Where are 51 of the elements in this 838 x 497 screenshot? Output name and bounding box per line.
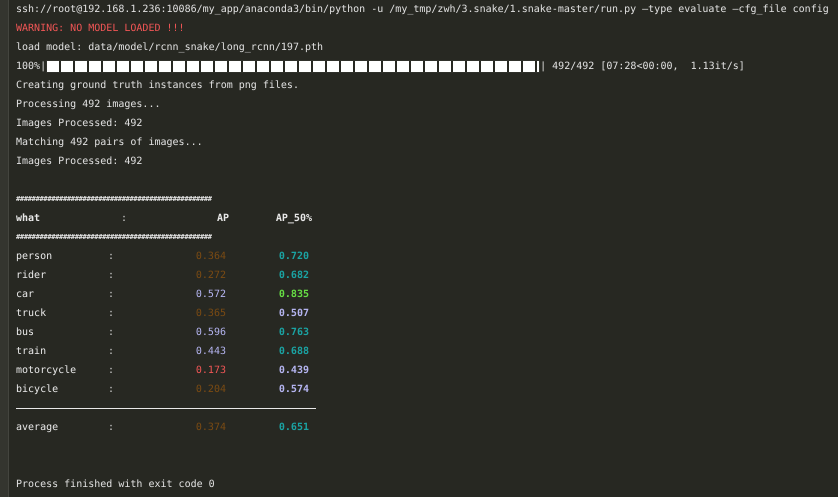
class-name: bicycle	[16, 383, 60, 397]
log-line: Images Processed: 492	[16, 155, 144, 169]
exit-message: Process finished with exit code 0	[16, 478, 216, 492]
ap-value: 0.365	[194, 307, 226, 321]
class-name: what	[16, 212, 42, 226]
ap-value: 0.364	[194, 250, 226, 264]
class-name: motorcycle	[16, 364, 78, 378]
progress-percent: 100%|	[16, 60, 46, 74]
ap-value: 0.443	[194, 345, 226, 359]
colon: :	[108, 383, 116, 397]
ap50-value: AP_50%	[274, 212, 312, 226]
colon: :	[108, 307, 116, 321]
ap50-value: 0.763	[278, 326, 309, 340]
ap-value: 0.173	[194, 364, 226, 378]
log-line: Images Processed: 492	[16, 117, 144, 131]
colon: :	[121, 212, 128, 226]
command-line: ssh://root@192.168.1.236:10086/my_app/anaconda3/bin/python -u /my_tmp/zwh/3.snake/1.snake-master/run.py —type evaluate —cfg_file config	[16, 3, 829, 17]
warning-message: WARNING: NO MODEL LOADED !!!	[16, 22, 186, 36]
ap50-value: 0.682	[278, 269, 309, 283]
log-line: Processing 492 images...	[16, 98, 162, 112]
ap-value: 0.596	[194, 326, 226, 340]
log-line: Creating ground truth instances from png files.	[16, 79, 300, 93]
ap50-value: 0.688	[278, 345, 309, 359]
ap50-value: 0.574	[278, 383, 309, 397]
log-line: load model: data/model/rcnn_snake/long_rcnn/197.pth	[16, 41, 324, 55]
colon: :	[108, 250, 116, 264]
ap-value: 0.572	[194, 288, 226, 302]
colon: :	[108, 326, 116, 340]
class-name: bus	[16, 326, 36, 340]
colon: :	[108, 345, 116, 359]
ap50-value: 0.720	[278, 250, 309, 264]
class-name: car	[16, 288, 36, 302]
progress-stats: | 492/492 [07:28<00:00, 1.13it/s]	[540, 60, 745, 74]
class-name: person	[16, 250, 54, 264]
class-name: rider	[16, 269, 48, 283]
colon: :	[108, 364, 116, 378]
ap50-value: 0.439	[278, 364, 309, 378]
ap50-value: 0.507	[278, 307, 309, 321]
colon: :	[108, 269, 116, 283]
class-name: train	[16, 345, 48, 359]
colon: :	[108, 421, 116, 435]
colon: :	[108, 288, 116, 302]
ap-value: AP	[216, 212, 229, 226]
ap50-value: 0.651	[278, 421, 309, 435]
ap50-value: 0.835	[278, 288, 309, 302]
ap-value: 0.272	[194, 269, 226, 283]
ap-value: 0.204	[194, 383, 226, 397]
class-name: average	[16, 421, 60, 435]
class-name: truck	[16, 307, 48, 321]
log-line: Matching 492 pairs of images...	[16, 136, 204, 150]
ap-value: 0.374	[194, 421, 226, 435]
